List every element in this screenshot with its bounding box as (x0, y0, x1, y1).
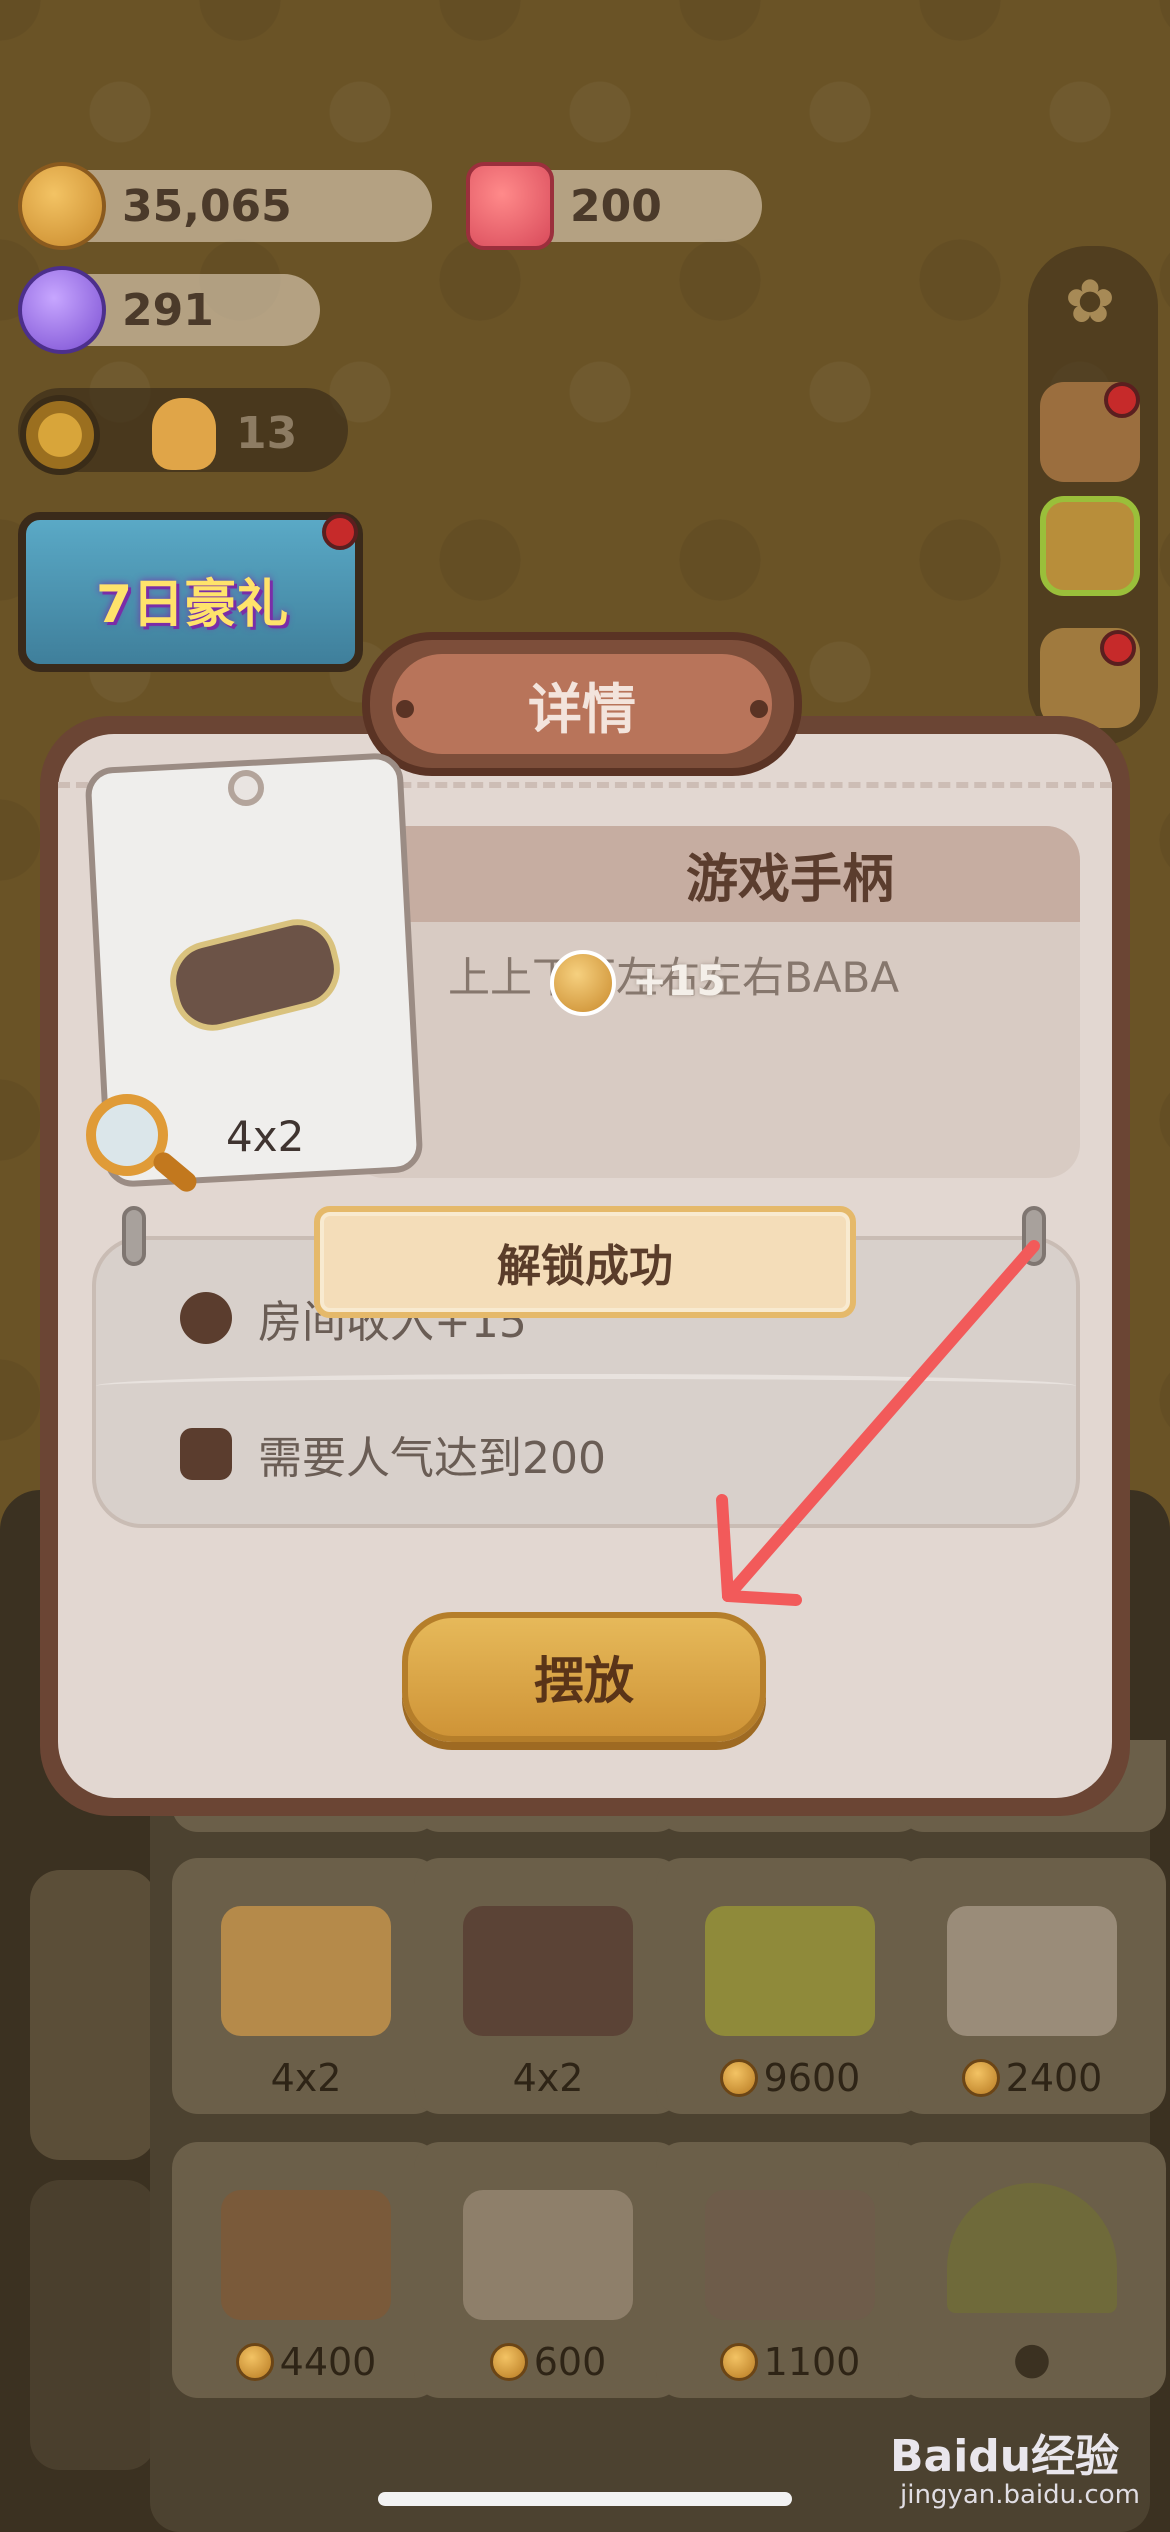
coin-balance[interactable]: 35,065 (18, 162, 432, 250)
pin-icon (122, 1206, 146, 1266)
plaque-rivet (750, 700, 768, 718)
cake-value: 200 (570, 180, 662, 232)
shop-item[interactable]: 600 (414, 2142, 682, 2398)
item-price: 4400 (279, 2340, 377, 2384)
item-price: 2400 (1005, 2056, 1103, 2100)
shop-item[interactable]: 4x2 (414, 1858, 682, 2114)
wardrobe-icon (221, 2190, 391, 2320)
requirement-text: 需要人气达到200 (258, 1433, 606, 1484)
notification-dot (322, 514, 358, 550)
decor-tab-icon[interactable] (30, 1870, 156, 2160)
candy-balance[interactable]: 291 (18, 266, 320, 354)
coin-icon (961, 2059, 1000, 2097)
folding-screen-icon (947, 1906, 1117, 2036)
pin-icon (1022, 1206, 1046, 1266)
place-button[interactable]: 摆放 (402, 1612, 766, 1742)
item-label: 4x2 (512, 2056, 584, 2100)
wavy-divider (96, 1374, 1076, 1398)
modal-title-plaque: 详情 (362, 632, 802, 776)
modal-title: 详情 (392, 654, 772, 754)
coin-value: 35,065 (122, 180, 292, 232)
cake-icon (466, 162, 554, 250)
item-price: 600 (533, 2340, 607, 2384)
item-label: 4x2 (270, 2056, 342, 2100)
unlock-success-toast: 解锁成功 (314, 1206, 856, 1318)
cake-icon (180, 1428, 232, 1480)
shop-item[interactable]: 9600 (656, 1858, 924, 2114)
home-indicator[interactable] (378, 2492, 792, 2506)
tag-hole (228, 770, 264, 806)
item-name: 游戏手柄 (685, 849, 894, 910)
coin-icon (719, 2059, 758, 2097)
cookie-icon (180, 1292, 232, 1344)
fan-window-icon (947, 2183, 1117, 2313)
item-size: 4x2 (226, 1112, 305, 1161)
reward-popup: +15 (632, 956, 726, 1005)
gamepad-icon (463, 1906, 633, 2036)
coin-icon (489, 2343, 528, 2381)
chef-icon (152, 398, 216, 470)
shop-item[interactable]: 2400 (898, 1858, 1166, 2114)
item-price: 1100 (763, 2340, 861, 2384)
coin-icon (235, 2343, 274, 2381)
shelf-icon (705, 2190, 875, 2320)
settings-gear-icon[interactable]: ✿ (1040, 252, 1140, 352)
item-info-header: 游戏手柄 (350, 826, 1080, 922)
star-badge-icon[interactable] (1040, 496, 1140, 596)
sun-icon (20, 395, 100, 475)
visitor-count: 13 (236, 408, 298, 459)
cookie-icon (18, 162, 106, 250)
pineapple-rug-icon (705, 1906, 875, 2036)
shop-item[interactable]: 4x2 (172, 1858, 440, 2114)
seven-day-gift-banner[interactable]: 7日豪礼 (18, 512, 363, 672)
plaque-rivet (396, 700, 414, 718)
coin-icon (719, 2343, 758, 2381)
promo-label: 7日豪礼 (96, 575, 289, 635)
lock-icon: ● (1012, 2333, 1052, 2384)
cake-balance[interactable]: 200 (466, 162, 762, 250)
item-price: 9600 (763, 2056, 861, 2100)
candy-value: 291 (122, 284, 214, 336)
bunting-icon (221, 1906, 391, 2036)
notification-dot (1100, 630, 1136, 666)
coin-icon (550, 950, 616, 1016)
storage-box-tab-icon[interactable] (30, 2180, 156, 2470)
shop-item[interactable]: 4400 (172, 2142, 440, 2398)
shop-item-locked[interactable]: ● (898, 2142, 1166, 2398)
watermark-url: jingyan.baidu.com (900, 2480, 1140, 2510)
cabinet-icon (463, 2190, 633, 2320)
notification-dot (1104, 382, 1140, 418)
requirement-row: 需要人气达到200 (180, 1422, 606, 1486)
candy-icon (18, 266, 106, 354)
shop-item[interactable]: 1100 (656, 2142, 924, 2398)
watermark-logo: Baidu经验 (890, 2431, 1120, 2482)
